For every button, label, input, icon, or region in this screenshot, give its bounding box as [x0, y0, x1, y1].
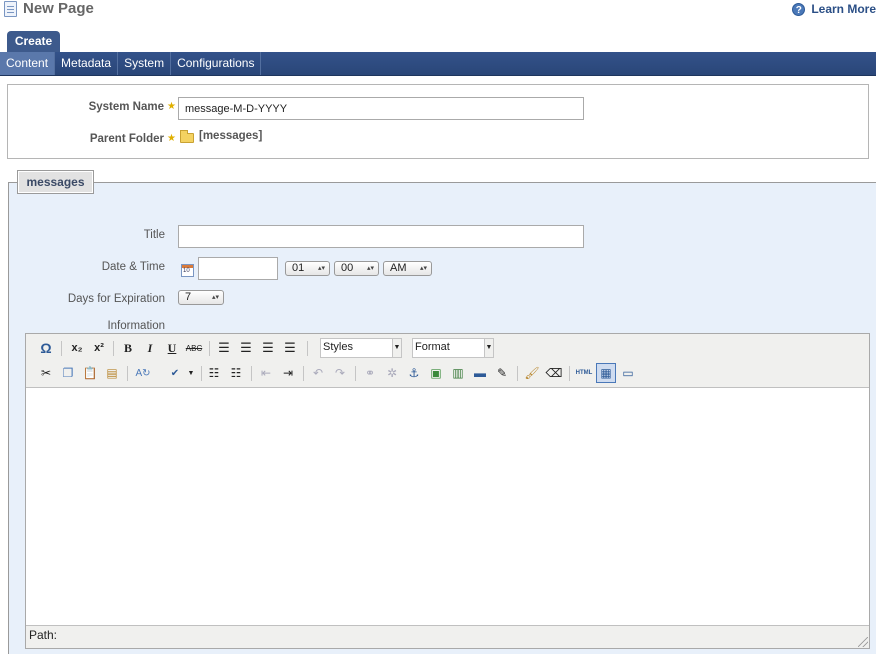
- tab-metadata[interactable]: Metadata: [55, 52, 119, 75]
- new-page-icon: [4, 1, 17, 17]
- ampm-value: AM: [390, 262, 407, 274]
- hour-value: 01: [292, 262, 305, 274]
- toolbar-separator: [251, 366, 252, 381]
- link-icon[interactable]: ⚭: [360, 363, 380, 383]
- folder-icon: [180, 130, 194, 143]
- chevron-down-icon: ▼: [392, 339, 401, 357]
- ampm-select[interactable]: AM ▴▾: [383, 261, 432, 276]
- tab-content[interactable]: Content: [0, 52, 56, 75]
- chevron-updown-icon: ▴▾: [366, 265, 374, 272]
- toolbar-separator: [61, 341, 62, 356]
- horizontal-rule-icon[interactable]: ▬: [470, 363, 490, 383]
- edit-attributes-icon[interactable]: ✎: [492, 363, 512, 383]
- toolbar-separator: [307, 341, 308, 356]
- outdent-icon[interactable]: ⇤: [256, 363, 276, 383]
- fullscreen-icon[interactable]: ▭: [618, 363, 638, 383]
- tab-configurations[interactable]: Configurations: [171, 52, 262, 75]
- toolbar-separator: [127, 366, 128, 381]
- system-section: System Name ★ Parent Folder ★ [messages]: [7, 84, 869, 159]
- date-time-label: Date & Time: [101, 261, 165, 273]
- learn-more-link[interactable]: ? Learn More: [792, 1, 876, 17]
- html-source-icon[interactable]: HTML: [574, 363, 594, 383]
- toolbar-separator: [201, 366, 202, 381]
- chevron-updown-icon: ▴▾: [211, 294, 219, 301]
- toolbar-separator: [209, 341, 210, 356]
- editor-toolbar-row-2: ✂ ❐ 📋 ▤ A↻ ✔ ▼ ☷ ☷ ⇤ ⇥ ↶ ↷ ⚭ ✲ ⚓ ▣ ▥ ▬ ✎: [26, 361, 869, 385]
- table-icon[interactable]: ▦: [596, 363, 616, 383]
- resize-handle-icon[interactable]: [858, 637, 868, 647]
- cut-icon[interactable]: ✂: [36, 363, 56, 383]
- rich-text-editor: Ω x₂ x² B I U ABC ☰ ☰ ☰ ☰ Styles ▼ Forma…: [25, 333, 870, 649]
- expiration-label: Days for Expiration: [67, 293, 165, 305]
- page-title: New Page: [23, 0, 94, 17]
- minute-select[interactable]: 00 ▴▾: [334, 261, 379, 276]
- image-icon[interactable]: ▣: [426, 363, 446, 383]
- title-input[interactable]: [178, 225, 584, 248]
- styles-select-label: Styles: [323, 341, 353, 353]
- special-character-icon[interactable]: Ω: [36, 338, 56, 358]
- system-name-label: System Name: [88, 101, 164, 113]
- strikethrough-icon[interactable]: ABC: [184, 338, 204, 358]
- paste-text-icon[interactable]: ▤: [102, 363, 122, 383]
- expiration-select[interactable]: 7 ▴▾: [178, 290, 224, 305]
- chevron-updown-icon: ▴▾: [317, 265, 325, 272]
- parent-folder-label: Parent Folder: [89, 133, 164, 145]
- align-center-icon[interactable]: ☰: [236, 338, 256, 358]
- subscript-icon[interactable]: x₂: [67, 338, 87, 358]
- editor-path-label: Path:: [29, 628, 58, 642]
- indent-icon[interactable]: ⇥: [278, 363, 298, 383]
- hour-select[interactable]: 01 ▴▾: [285, 261, 330, 276]
- minute-value: 00: [341, 262, 354, 274]
- styles-select[interactable]: Styles ▼: [320, 338, 402, 358]
- tab-system[interactable]: System: [118, 52, 172, 75]
- title-label: Title: [143, 229, 165, 241]
- toolbar-separator: [303, 366, 304, 381]
- editor-toolbar-row-1: Ω x₂ x² B I U ABC ☰ ☰ ☰ ☰ Styles ▼ Forma…: [26, 336, 869, 360]
- format-select-label: Format: [415, 341, 450, 353]
- learn-more-label: Learn More: [811, 2, 876, 16]
- expiration-value: 7: [185, 291, 192, 303]
- sub-navigation: Content Metadata System Configurations: [0, 52, 876, 76]
- tab-create[interactable]: Create: [7, 31, 60, 53]
- superscript-icon[interactable]: x²: [89, 338, 109, 358]
- undo-icon[interactable]: ↶: [308, 363, 328, 383]
- align-left-icon[interactable]: ☰: [214, 338, 234, 358]
- cleanup-icon[interactable]: 🖌: [522, 363, 542, 383]
- format-select[interactable]: Format ▼: [412, 338, 494, 358]
- date-input[interactable]: [198, 257, 278, 280]
- find-replace-icon[interactable]: A↻: [133, 363, 153, 383]
- redo-icon[interactable]: ↷: [330, 363, 350, 383]
- unlink-icon[interactable]: ✲: [382, 363, 402, 383]
- media-icon[interactable]: ▥: [448, 363, 468, 383]
- bullet-list-icon[interactable]: ☷: [204, 363, 224, 383]
- system-name-input[interactable]: [178, 97, 584, 120]
- toolbar-separator: [517, 366, 518, 381]
- messages-legend: messages: [17, 170, 94, 194]
- parent-folder-link[interactable]: [messages]: [199, 130, 262, 142]
- copy-icon[interactable]: ❐: [58, 363, 78, 383]
- toolbar-separator: [355, 366, 356, 381]
- paste-icon[interactable]: 📋: [80, 363, 100, 383]
- toolbar-separator: [569, 366, 570, 381]
- help-icon: ?: [792, 2, 806, 16]
- calendar-icon[interactable]: [181, 264, 194, 277]
- align-right-icon[interactable]: ☰: [258, 338, 278, 358]
- bold-icon[interactable]: B: [118, 338, 138, 358]
- page-header: New Page ? Learn More: [0, 0, 876, 20]
- required-star-icon: ★: [167, 133, 176, 144]
- align-justify-icon[interactable]: ☰: [280, 338, 300, 358]
- page-root: New Page ? Learn More Create Content Met…: [0, 0, 876, 654]
- italic-icon[interactable]: I: [140, 338, 160, 358]
- required-star-icon: ★: [167, 101, 176, 112]
- chevron-down-icon: ▼: [484, 339, 493, 357]
- numbered-list-icon[interactable]: ☷: [226, 363, 246, 383]
- remove-format-icon[interactable]: ⌫: [544, 363, 564, 383]
- chevron-updown-icon: ▴▾: [419, 265, 427, 272]
- chevron-down-icon[interactable]: ▼: [181, 363, 201, 383]
- anchor-icon[interactable]: ⚓: [404, 363, 424, 383]
- editor-content-area[interactable]: [26, 387, 869, 626]
- toolbar-separator: [113, 341, 114, 356]
- underline-icon[interactable]: U: [162, 338, 182, 358]
- information-label: Information: [107, 320, 165, 332]
